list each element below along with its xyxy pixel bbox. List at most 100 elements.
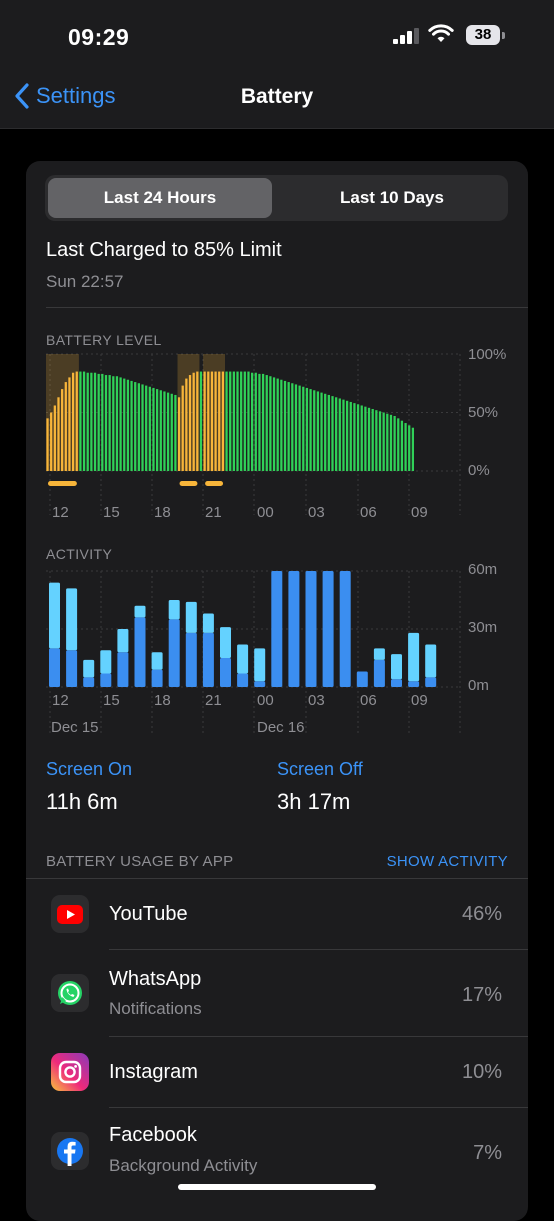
activity-bar-screen-off xyxy=(49,582,60,649)
charging-indicator xyxy=(48,481,77,486)
app-subtitle: Notifications xyxy=(109,999,202,1018)
battery-level-bar xyxy=(324,393,327,471)
battery-level-bar xyxy=(375,410,378,471)
battery-level-bar xyxy=(345,400,349,471)
segment-last-10-days[interactable]: Last 10 Days xyxy=(278,178,506,218)
charging-indicator xyxy=(179,481,198,486)
battery-level-bar xyxy=(104,375,108,471)
battery-level-bar xyxy=(229,371,232,471)
page-title: Battery xyxy=(240,85,314,108)
app-row-whatsapp[interactable]: WhatsApp Notifications 17% xyxy=(26,950,528,1036)
battery-level-bar xyxy=(214,371,217,471)
battery-level-bar xyxy=(287,382,290,471)
activity-bar-screen-off xyxy=(117,629,129,653)
date-label-dec-15: Dec 15 xyxy=(51,719,99,736)
battery-level-bar xyxy=(316,391,320,471)
battery-level-chart[interactable] xyxy=(26,347,528,517)
activity-xtick: 06 xyxy=(360,692,377,709)
battery-level-bar xyxy=(232,371,235,471)
battery-level-bar xyxy=(210,371,214,471)
battery-level-bar xyxy=(130,380,133,471)
battery-level-bar xyxy=(243,371,246,471)
battery-level-bar xyxy=(283,380,287,471)
battery-usage-header: BATTERY USAGE BY APP xyxy=(46,853,234,870)
battery-level-bar xyxy=(188,375,192,471)
battery-level-bar xyxy=(166,392,170,471)
battery-level-bar xyxy=(123,378,126,471)
app-subtitle: Background Activity xyxy=(109,1156,258,1175)
battery-level-bar xyxy=(71,372,75,471)
battery-level-bar xyxy=(181,385,184,471)
battery-level-bar xyxy=(115,376,119,471)
activity-bar-screen-on xyxy=(220,658,231,687)
battery-level-bar xyxy=(302,386,305,471)
activity-label: ACTIVITY xyxy=(46,546,113,562)
show-activity-button[interactable]: SHOW ACTIVITY xyxy=(387,853,508,870)
screen-off-label: Screen Off xyxy=(277,759,363,779)
battery-level-bar xyxy=(327,394,330,471)
battery-level-bar xyxy=(192,372,195,471)
battery-level-bar xyxy=(203,371,206,471)
activity-chart[interactable] xyxy=(26,561,528,741)
activity-bar-screen-on xyxy=(356,671,368,687)
activity-bar-screen-on xyxy=(168,619,180,687)
battery-level-bar xyxy=(68,377,71,471)
battery-level-bar xyxy=(353,403,356,471)
activity-bar-screen-off xyxy=(66,588,78,651)
activity-bar-screen-off xyxy=(185,601,197,633)
battery-level-bar xyxy=(280,379,283,471)
status-time: 09:29 xyxy=(68,24,130,50)
app-row-instagram[interactable]: Instagram 10% xyxy=(26,1037,528,1107)
battery-level-bar xyxy=(137,383,141,471)
battery-level-bar xyxy=(53,405,56,471)
battery-level-bar xyxy=(174,394,177,471)
battery-xtick: 21 xyxy=(205,504,222,521)
battery-level-bar xyxy=(338,398,341,471)
last-charged-time: Sun 22:57 xyxy=(46,272,124,291)
battery-level-bar xyxy=(141,384,144,471)
activity-bar-screen-off xyxy=(408,632,420,682)
app-row-youtube[interactable]: YouTube 46% xyxy=(26,879,528,949)
activity-bar-screen-off xyxy=(220,627,231,658)
charging-period-shade xyxy=(177,354,200,471)
segment-last-24-hours[interactable]: Last 24 Hours xyxy=(48,178,272,218)
battery-level-bar xyxy=(265,375,268,471)
battery-level-bar xyxy=(50,412,53,471)
battery-level-bar xyxy=(225,371,228,471)
battery-level-bar xyxy=(119,377,122,471)
battery-level-bar xyxy=(82,371,86,471)
divider xyxy=(46,307,528,308)
app-name: YouTube xyxy=(109,903,188,925)
activity-bar-screen-on xyxy=(134,617,146,687)
app-name: Instagram xyxy=(109,1061,198,1083)
battery-level-bar xyxy=(261,373,265,471)
battery-level-bar xyxy=(320,392,323,471)
battery-level-bar xyxy=(258,373,261,471)
activity-xtick: 00 xyxy=(257,692,274,709)
battery-xtick: 09 xyxy=(411,504,428,521)
signal-icon xyxy=(393,28,421,49)
battery-level-bar xyxy=(254,372,257,471)
battery-level-bar xyxy=(75,371,78,471)
battery-level-bar xyxy=(360,405,363,471)
activity-bar-screen-on xyxy=(373,659,385,687)
last-charged-title: Last Charged to 85% Limit xyxy=(46,239,282,261)
activity-bar-screen-on xyxy=(151,669,163,687)
activity-bar-screen-off xyxy=(100,650,112,674)
activity-bar-screen-on xyxy=(202,632,214,687)
activity-bar-screen-on xyxy=(49,648,60,687)
screen-on-label: Screen On xyxy=(46,759,133,779)
activity-bar-screen-off xyxy=(254,648,266,682)
battery-xtick: 18 xyxy=(154,504,171,521)
battery-level-bar xyxy=(152,387,155,471)
battery-level-bar xyxy=(411,427,415,471)
activity-axis-0m: 0m xyxy=(468,677,489,694)
battery-level-bar xyxy=(371,408,374,471)
activity-bar-screen-on xyxy=(237,673,249,687)
battery-level-bar xyxy=(64,382,67,471)
activity-bar-screen-off xyxy=(83,659,95,678)
battery-axis-0: 0% xyxy=(468,462,490,479)
activity-bar-screen-on xyxy=(66,650,78,687)
battery-level-bar xyxy=(236,371,239,471)
home-indicator[interactable] xyxy=(178,1184,376,1190)
